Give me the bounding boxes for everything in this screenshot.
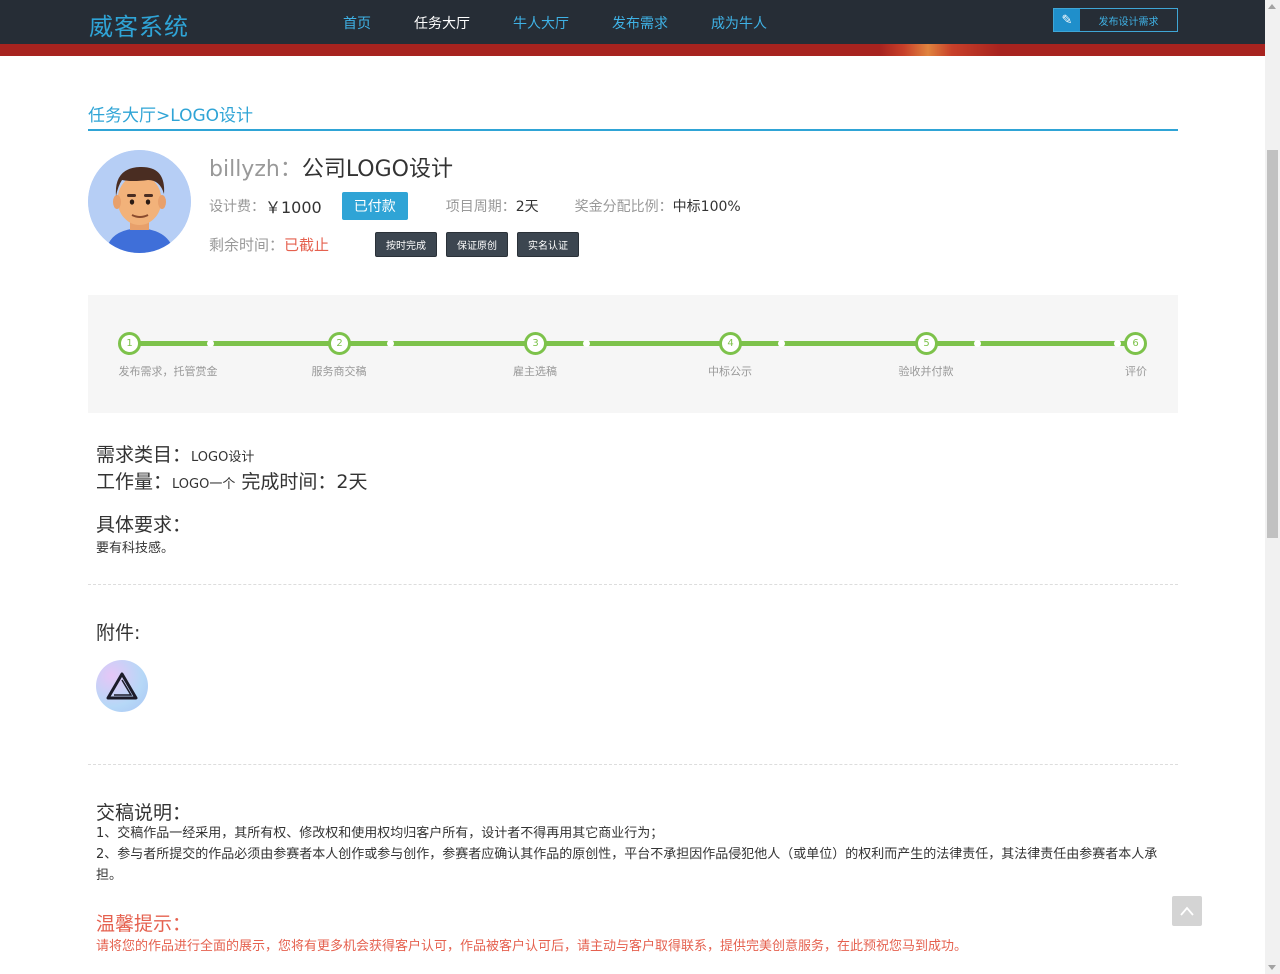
tag-verified: 实名认证 — [517, 231, 580, 257]
vertical-scrollbar[interactable] — [1265, 0, 1280, 974]
notice-line: 2、参与者所提交的作品必须由参赛者本人创作或参与创作，参赛者应确认其作品的原创性… — [96, 847, 1158, 883]
back-to-top-button[interactable] — [1172, 896, 1202, 926]
progress-dot — [387, 340, 394, 347]
nav-item-home[interactable]: 首页 — [343, 13, 371, 33]
attachment-heading: 附件: — [96, 622, 141, 644]
notice-line: 1、交稿作品一经采用，其所有权、修改权和使用权均归客户所有，设计者不得再用其它商… — [96, 826, 664, 841]
submission-notice-heading: 交稿说明： — [96, 802, 192, 824]
top-navbar: 威客系统 首页 任务大厅 牛人大厅 发布需求 成为牛人 ✎ 发布设计需求 — [0, 0, 1265, 56]
workload-label: 工作量： — [96, 471, 173, 493]
progress-step-label: 评价 — [1125, 365, 1147, 378]
category-line: 需求类目：LOGO设计 — [96, 443, 368, 470]
requirement-heading: 具体要求： — [96, 514, 192, 536]
chevron-up-icon — [1180, 906, 1194, 916]
submission-notice-body: 1、交稿作品一经采用，其所有权、修改权和使用权均归客户所有，设计者不得再用其它商… — [96, 823, 1166, 886]
scroll-down-arrow-icon[interactable] — [1268, 965, 1276, 970]
banner-art — [880, 44, 1000, 56]
progress-step-label: 服务商交稿 — [311, 365, 367, 378]
period-label: 项目周期： — [445, 199, 516, 215]
tag-original: 保证原创 — [446, 231, 509, 257]
progress-step-label: 发布需求，托管赏金 — [118, 365, 218, 378]
progress-step-4: 4 — [719, 332, 742, 355]
main-nav: 首页 任务大厅 牛人大厅 发布需求 成为牛人 — [343, 13, 810, 33]
pencil-icon: ✎ — [1054, 9, 1080, 31]
ratio-label: 奖金分配比例： — [574, 199, 673, 215]
period-value: 2天 — [515, 199, 539, 215]
tag-on-time: 按时完成 — [375, 231, 438, 257]
finish-value: 2天 — [336, 471, 368, 493]
progress-dot — [778, 340, 785, 347]
requirement-text: 要有科技感。 — [96, 541, 175, 556]
title-separator: ： — [279, 157, 302, 182]
task-name: 公司LOGO设计 — [301, 157, 453, 182]
progress-step-1: 1 — [118, 332, 141, 355]
nav-item-task-hall[interactable]: 任务大厅 — [414, 13, 470, 33]
task-details: 需求类目：LOGO设计 工作量：LOGO一个 完成时间：2天 — [96, 443, 368, 497]
nav-item-publish-demand[interactable]: 发布需求 — [612, 13, 668, 33]
progress-dot — [207, 340, 214, 347]
remaining-label: 剩余时间： — [209, 235, 285, 254]
section-divider — [88, 764, 1178, 765]
nav-item-become-talent[interactable]: 成为牛人 — [711, 13, 767, 33]
category-label: 需求类目： — [96, 444, 192, 466]
scrollbar-thumb[interactable] — [1267, 150, 1278, 538]
publish-button-label: 发布设计需求 — [1098, 16, 1159, 28]
page: 威客系统 首页 任务大厅 牛人大厅 发布需求 成为牛人 ✎ 发布设计需求 任务大… — [0, 0, 1280, 974]
workload-line: 工作量：LOGO一个 完成时间：2天 — [96, 470, 368, 497]
site-logo[interactable]: 威客系统 — [89, 7, 189, 42]
nav-item-talent-hall[interactable]: 牛人大厅 — [513, 13, 569, 33]
ratio-value: 中标100% — [672, 199, 741, 215]
tips-heading: 温馨提示： — [96, 913, 192, 935]
tips-body: 请将您的作品进行全面的展示，您将有更多机会获得客户认可，作品被客户认可后，请主动… — [96, 939, 968, 954]
scroll-up-arrow-icon[interactable] — [1268, 4, 1276, 9]
breadcrumb[interactable]: 任务大厅>LOGO设计 — [88, 101, 1178, 131]
paid-badge: 已付款 — [341, 192, 408, 220]
publish-design-demand-button[interactable]: ✎ 发布设计需求 — [1053, 8, 1178, 32]
banner-strip — [0, 44, 1265, 56]
task-title: billyzh：公司LOGO设计 — [209, 151, 453, 183]
section-divider — [88, 584, 1178, 585]
avatar — [88, 150, 191, 253]
triangle-logo-icon — [106, 672, 138, 700]
remaining-value: 已截止 — [284, 235, 330, 254]
progress-bar — [129, 341, 1135, 346]
category-value: LOGO设计 — [191, 450, 255, 465]
progress-dot — [1114, 340, 1121, 347]
progress-step-3: 3 — [524, 332, 547, 355]
progress-step-5: 5 — [915, 332, 938, 355]
progress-step-label: 中标公示 — [708, 365, 752, 378]
task-progress: 1 发布需求，托管赏金 2 服务商交稿 3 雇主选稿 4 中标公示 5 验收并付款 6 评价 — [88, 295, 1178, 413]
workload-value: LOGO一个 — [172, 477, 236, 492]
attachment-thumbnail[interactable] — [96, 660, 148, 712]
progress-step-2: 2 — [328, 332, 351, 355]
progress-dot — [583, 340, 590, 347]
task-owner[interactable]: billyzh — [209, 157, 280, 182]
finish-label: 完成时间： — [241, 471, 337, 493]
progress-step-label: 雇主选稿 — [513, 365, 557, 378]
fee-label: 设计费： — [209, 199, 265, 215]
progress-step-label: 验收并付款 — [898, 365, 954, 378]
progress-step-6: 6 — [1124, 332, 1147, 355]
fee-value: ￥1000 — [265, 198, 322, 217]
task-status-row: 剩余时间： 已截止 按时完成 保证原创 实名认证 — [209, 231, 588, 257]
progress-dot — [974, 340, 981, 347]
task-meta-row: 设计费： ￥1000 已付款 项目周期： 2天 奖金分配比例： 中标100% — [209, 192, 741, 220]
